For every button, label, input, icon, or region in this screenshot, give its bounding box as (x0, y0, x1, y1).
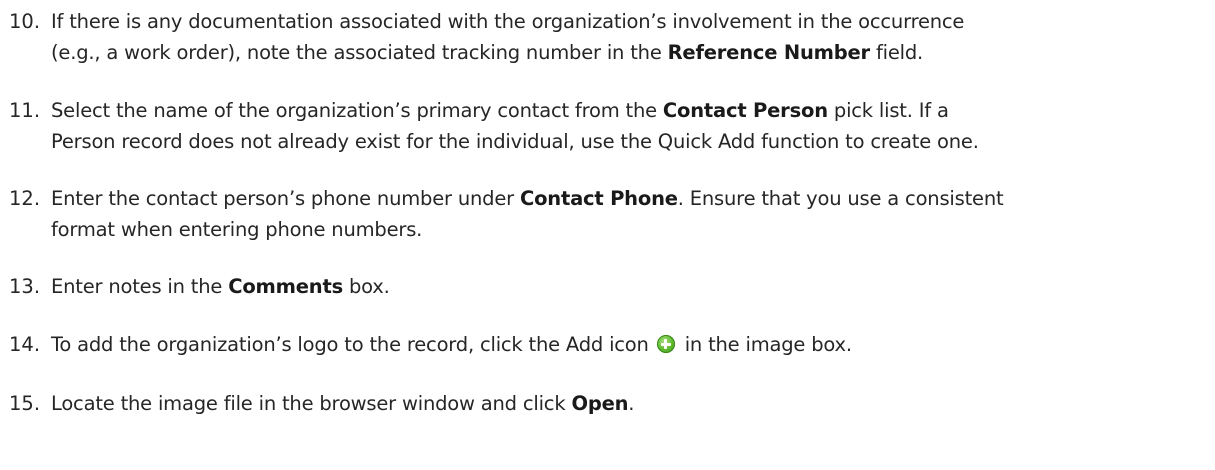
step-text-segment: pick list. If a (827, 99, 949, 122)
step-line: format when entering phone numbers. (51, 214, 1201, 245)
step-text: To add the organization’s logo to the re… (51, 329, 1201, 360)
field-name-contact-person: Contact Person (662, 99, 828, 122)
step-text-segment: (e.g., a work order), note the associate… (51, 41, 668, 64)
step-number: 13. (9, 275, 41, 298)
field-name-reference-number: Reference Number (667, 41, 871, 64)
step-text-segment: . (628, 392, 635, 415)
step-text-segment: field. (869, 41, 924, 64)
step-number: 14. (9, 333, 41, 356)
step-line: If there is any documentation associated… (51, 6, 1201, 37)
step-line: Enter the contact person’s phone number … (51, 183, 1201, 214)
step-text: Enter notes in the Comments box. (51, 271, 1201, 302)
step-text-segment: in the image box. (678, 333, 852, 356)
step-line: Select the name of the organization’s pr… (51, 95, 1201, 126)
step-text-segment: Locate the image file in the browser win… (51, 392, 572, 415)
step-line: Enter notes in the Comments box. (51, 271, 1201, 302)
step-text-segment: Enter notes in the (51, 275, 229, 298)
step-text-segment: format when entering phone numbers. (51, 218, 423, 241)
step-line: (e.g., a work order), note the associate… (51, 37, 1201, 68)
step-line: Person record does not already exist for… (51, 126, 1201, 157)
step-text-segment: box. (343, 275, 390, 298)
step-line: To add the organization’s logo to the re… (51, 329, 1201, 360)
step-text-segment: Enter the contact person’s phone number … (51, 187, 520, 210)
field-name-comments: Comments (228, 275, 343, 298)
step-text: Enter the contact person’s phone number … (51, 183, 1201, 245)
step-number: 12. (9, 187, 41, 210)
step-text: Select the name of the organization’s pr… (51, 95, 1201, 157)
step-text-segment: To add the organization’s logo to the re… (51, 333, 649, 356)
step-text: Locate the image file in the browser win… (51, 388, 1201, 419)
step-text-segment: If there is any documentation associated… (51, 10, 965, 33)
step-number: 15. (9, 392, 41, 415)
step-text-segment: Select the name of the organization’s pr… (51, 99, 663, 122)
add-icon (656, 335, 675, 353)
step-number: 11. (9, 99, 41, 122)
step-text: If there is any documentation associated… (51, 6, 1201, 68)
button-name-open: Open (571, 392, 629, 415)
step-line: Locate the image file in the browser win… (51, 388, 1201, 419)
step-text-segment: . Ensure that you use a consistent (677, 187, 1004, 210)
step-number: 10. (9, 10, 41, 33)
step-text-segment: Person record does not already exist for… (51, 130, 979, 153)
field-name-contact-phone: Contact Phone (519, 187, 678, 210)
